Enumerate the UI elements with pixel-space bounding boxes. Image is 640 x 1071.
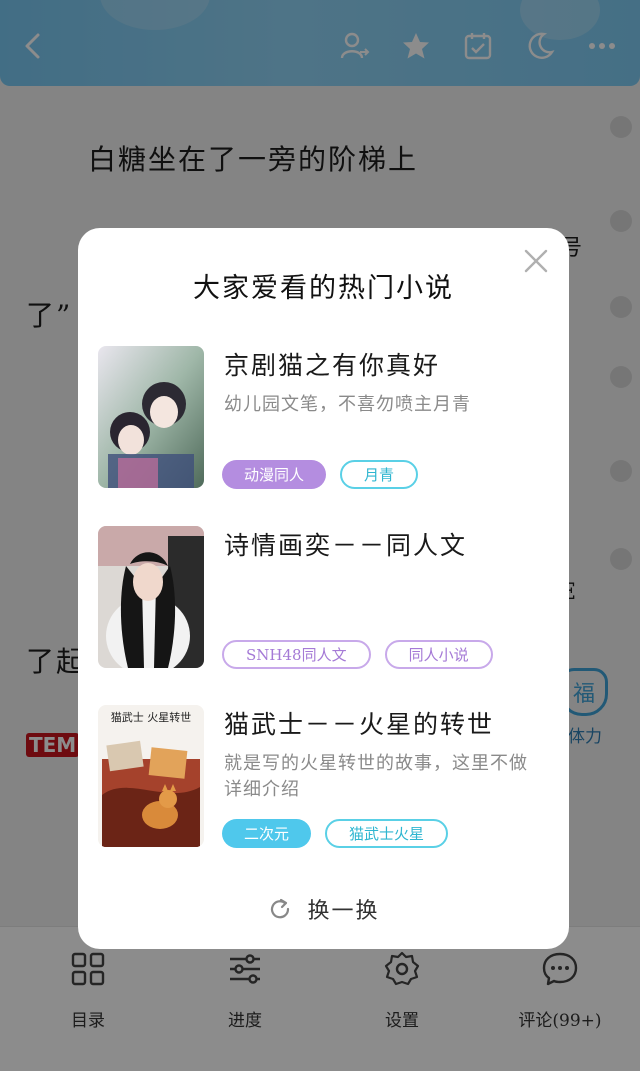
book-title: 京剧猫之有你真好: [224, 351, 441, 380]
tag[interactable]: 动漫同人: [222, 460, 327, 489]
refresh-icon: [271, 898, 290, 919]
book-item[interactable]: 猫武士 火星转世 猫武士－－火星的转世 就是写的火星转世的故事，这里不做详细介绍…: [98, 705, 548, 855]
book-cover[interactable]: [98, 526, 204, 668]
book-desc: 就是写的火星转世的故事，这里不做详细介绍: [224, 753, 528, 800]
refresh-button[interactable]: 换一换: [78, 893, 569, 925]
tag-list: 二次元 猫武士火星: [222, 819, 449, 848]
tag[interactable]: 二次元: [222, 819, 312, 848]
cover-title: 猫武士 火星转世: [111, 710, 192, 724]
refresh-label: 换一换: [307, 899, 380, 924]
book-title: 猫武士－－火星的转世: [224, 710, 495, 739]
book-item[interactable]: 诗情画奕－－同人文 SNH48同人文 同人小说: [98, 526, 548, 676]
tag[interactable]: SNH48同人文: [222, 640, 371, 669]
close-icon[interactable]: [521, 246, 551, 276]
tag[interactable]: 同人小说: [384, 640, 493, 669]
book-cover[interactable]: 猫武士 火星转世: [98, 705, 204, 847]
book-item[interactable]: 京剧猫之有你真好 幼儿园文笔，不喜勿喷主月青 动漫同人 月青: [98, 346, 548, 496]
hot-novels-dialog: 大家爱看的热门小说 京剧猫之有你真好 幼儿园文笔，不喜勿喷主月青 动漫同人 月青…: [78, 228, 569, 949]
tag-list: 动漫同人 月青: [222, 460, 419, 489]
tag[interactable]: 月青: [340, 460, 419, 489]
tag[interactable]: 猫武士火星: [325, 819, 449, 848]
book-title: 诗情画奕－－同人文: [224, 531, 468, 560]
book-cover[interactable]: [98, 346, 204, 488]
book-desc: 幼儿园文笔，不喜勿喷主月青: [224, 394, 471, 415]
tag-list: SNH48同人文 同人小说: [222, 640, 493, 669]
dialog-title: 大家爱看的热门小说: [193, 273, 454, 304]
